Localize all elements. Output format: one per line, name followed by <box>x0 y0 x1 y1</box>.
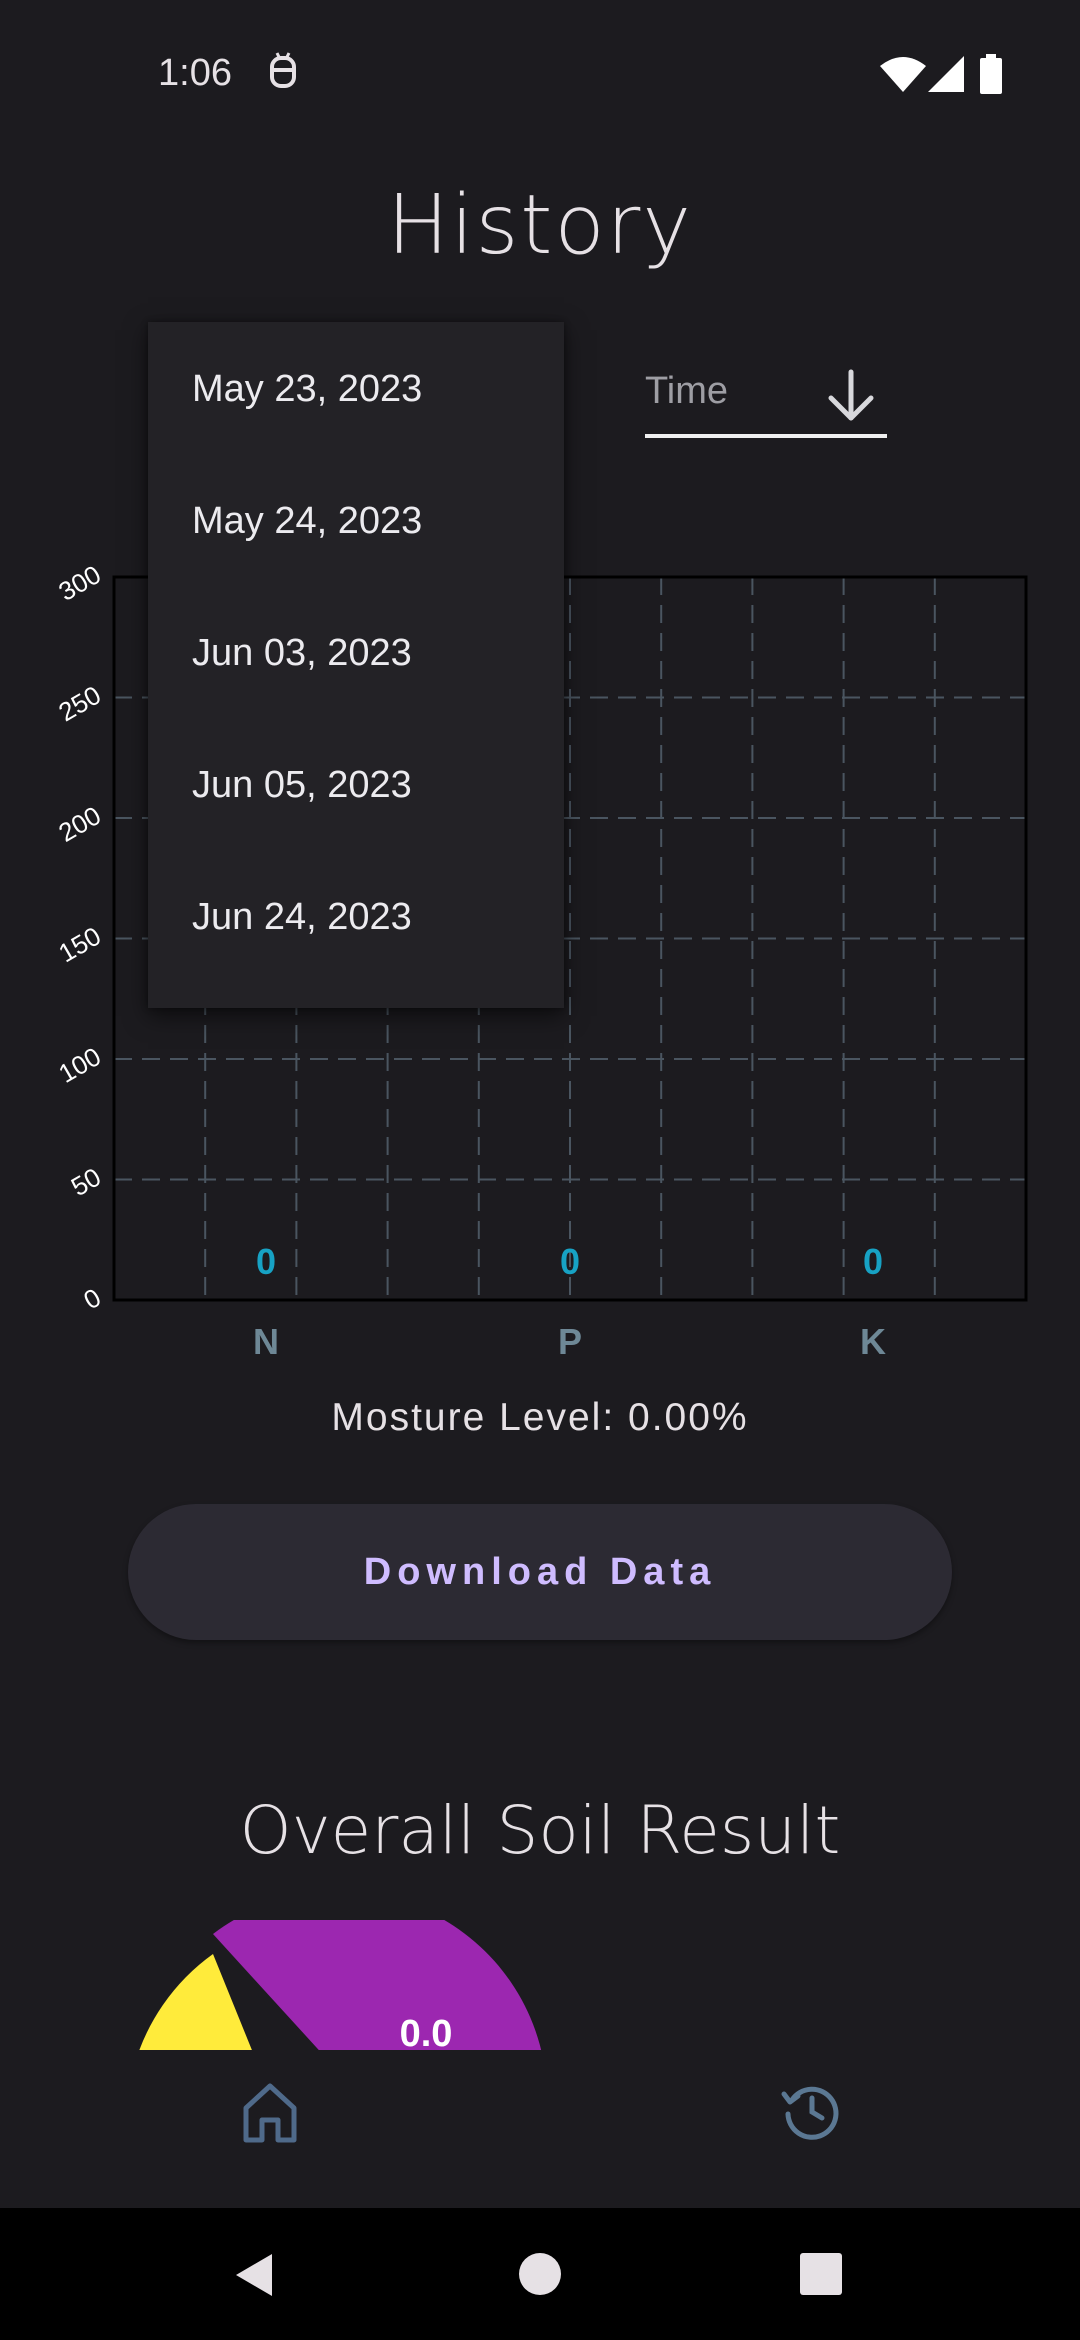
home-circle-icon[interactable] <box>518 2252 562 2301</box>
status-bar: 1:06 <box>0 0 1080 150</box>
x-category-label: N <box>253 1321 279 1362</box>
time-select-label: Time <box>645 370 729 412</box>
bar-value-label: 0 <box>560 1241 580 1282</box>
soil-gauge-chart: 0.0 <box>139 1920 542 2050</box>
signal-icon <box>928 56 964 97</box>
y-tick-label: 250 <box>53 680 106 728</box>
system-navigation-bar <box>0 2208 1080 2340</box>
gauge-segment-purple <box>213 1920 542 2050</box>
soil-result-title: Overall Soil Result <box>239 1792 841 1869</box>
bottom-navigation <box>0 2050 1080 2208</box>
back-icon[interactable] <box>234 2252 274 2303</box>
y-tick-label: 300 <box>53 559 106 607</box>
gauge-value: 0.0 <box>400 2013 453 2050</box>
y-tick-label: 100 <box>53 1041 106 1089</box>
recents-icon[interactable] <box>800 2253 842 2300</box>
date-option[interactable]: May 24, 2023 <box>148 455 564 587</box>
wifi-icon <box>880 56 926 97</box>
date-option[interactable]: May 23, 2023 <box>148 323 564 455</box>
notification-icon <box>266 52 300 97</box>
y-tick-label: 200 <box>53 800 106 848</box>
y-tick-label: 0 <box>78 1282 106 1315</box>
bar-value-label: 0 <box>863 1241 883 1282</box>
gauge-segment-yellow <box>139 1954 252 2050</box>
status-time: 1:06 <box>158 52 232 94</box>
download-data-button[interactable]: Download Data <box>128 1504 952 1640</box>
bar-value-label: 0 <box>256 1241 276 1282</box>
date-option[interactable]: Jun 03, 2023 <box>148 587 564 719</box>
moisture-level: Mosture Level: 0.00% <box>331 1396 749 1439</box>
arrow-down-icon <box>825 368 877 429</box>
y-tick-label: 50 <box>66 1162 106 1202</box>
time-select[interactable]: Time <box>645 360 887 438</box>
x-category-label: P <box>558 1321 582 1362</box>
page-title: History <box>387 178 693 273</box>
history-icon[interactable] <box>780 2080 842 2147</box>
x-category-label: K <box>860 1321 886 1362</box>
battery-icon <box>980 54 1002 99</box>
date-option[interactable]: Jun 05, 2023 <box>148 719 564 851</box>
date-option[interactable]: Jun 24, 2023 <box>148 851 564 983</box>
soil-gauge: 0.0 <box>0 1920 1080 2050</box>
date-dropdown-menu: May 23, 2023 May 24, 2023 Jun 03, 2023 J… <box>148 322 564 1008</box>
home-icon[interactable] <box>240 2080 300 2151</box>
y-tick-label: 150 <box>53 921 106 969</box>
